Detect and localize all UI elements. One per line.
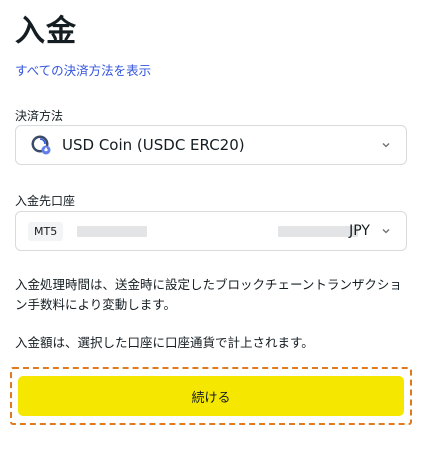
chevron-down-icon (382, 229, 390, 234)
payment-method-label: 決済方法 (15, 109, 64, 123)
payment-method-value: USD Coin (USDC ERC20) (62, 136, 245, 154)
page-title: 入金 (15, 14, 77, 49)
payment-method-select[interactable]: USD Coin (USDC ERC20) (15, 125, 407, 165)
masked-account-number (77, 225, 148, 237)
account-currency: JPY (349, 223, 370, 239)
usdc-coin-icon (31, 135, 51, 155)
continue-button-highlight: 続ける (10, 367, 412, 425)
deposit-account-select[interactable]: MT5 JPY (15, 211, 407, 251)
processing-time-note: 入金処理時間は、送金時に設定したブロックチェーントランザクション手数料により変動… (15, 277, 402, 312)
deposit-account-label: 入金先口座 (15, 194, 76, 208)
platform-badge: MT5 (28, 221, 64, 241)
masked-account-name (278, 225, 358, 237)
continue-button[interactable]: 続ける (18, 376, 404, 416)
account-currency-note: 入金額は、選択した口座に口座通貨で計上されます。 (15, 335, 314, 350)
show-all-payment-methods-link[interactable]: すべての決済方法を表示 (15, 62, 151, 80)
chevron-down-icon (382, 143, 390, 148)
